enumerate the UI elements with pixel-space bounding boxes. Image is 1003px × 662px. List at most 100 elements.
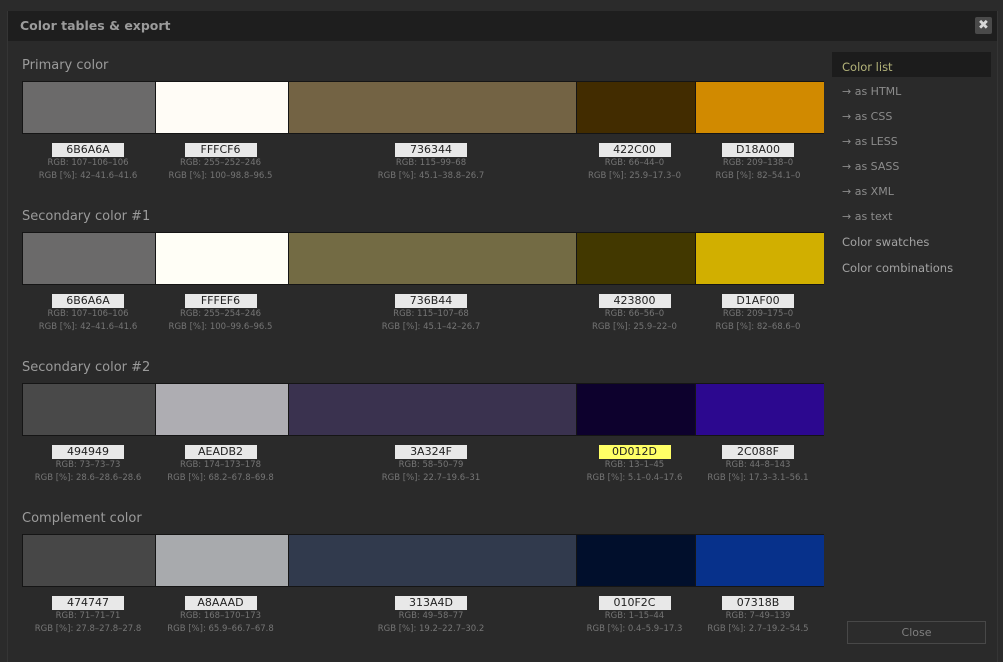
rgb-value: RGB: 44–8–143 <box>725 460 791 470</box>
rgb-percent-value: RGB [%]: 45.1–42–26.7 <box>381 322 481 332</box>
sidebar-item-as-html[interactable]: → as HTML <box>842 85 901 98</box>
rgb-value: RGB: 255–254–246 <box>179 309 262 319</box>
hex-code-field[interactable]: 3A324F <box>395 445 467 459</box>
rgb-value: RGB: 209–175–0 <box>722 309 794 319</box>
color-swatch[interactable] <box>23 82 155 133</box>
rgb-percent-value: RGB [%]: 45.1–38.8–26.7 <box>377 171 485 181</box>
swatch-label: FFFEF6 RGB: 255–254–246 RGB [%]: 100–99.6–… <box>154 289 287 334</box>
rgb-percent-value: RGB [%]: 100–98.8–96.5 <box>168 171 273 181</box>
sidebar-item-as-text[interactable]: → as text <box>842 210 892 223</box>
color-swatch[interactable] <box>576 384 696 435</box>
rgb-value: RGB: 49–58–77 <box>398 611 464 621</box>
hex-code-field[interactable]: 474747 <box>52 596 124 610</box>
rgb-percent-value: RGB [%]: 25.9–22–0 <box>592 322 677 332</box>
swatch-label: A8AAAD RGB: 168–170–173 RGB [%]: 65.9–66.7… <box>154 591 287 636</box>
close-button[interactable]: Close <box>847 621 986 644</box>
swatch-label: 423800 RGB: 66–56–0 RGB [%]: 25.9–22–0 <box>575 289 694 334</box>
hex-code-field[interactable]: 2C088F <box>722 445 794 459</box>
hex-code-field[interactable]: 07318B <box>722 596 794 610</box>
sidebar-item-color-list[interactable]: Color list <box>842 60 893 74</box>
hex-code-field[interactable]: 423800 <box>598 294 671 308</box>
swatch-label: AEADB2 RGB: 174–173–178 RGB [%]: 68.2–67.8… <box>154 440 287 485</box>
color-swatch[interactable] <box>155 82 289 133</box>
rgb-percent-value: RGB [%]: 22.7–19.6–31 <box>381 473 481 483</box>
swatch-label: 736344 RGB: 115–99–68 RGB [%]: 45.1–38.8–2… <box>287 138 575 183</box>
hex-code-field[interactable]: AEADB2 <box>184 445 257 459</box>
sidebar-item-as-less[interactable]: → as LESS <box>842 135 898 148</box>
rgb-percent-value: RGB [%]: 68.2–67.8–69.8 <box>167 473 274 483</box>
color-swatch[interactable] <box>288 233 577 284</box>
swatch-label: 6B6A6A RGB: 107–106–106 RGB [%]: 42–41.6–4… <box>22 289 154 334</box>
hex-code-field[interactable]: FFFCF6 <box>184 143 257 157</box>
rgb-value: RGB: 71–71–71 <box>55 611 121 621</box>
swatch-label: 736B44 RGB: 115–107–68 RGB [%]: 45.1–42–26… <box>287 289 575 334</box>
color-swatch[interactable] <box>695 535 824 586</box>
rgb-percent-value: RGB [%]: 2.7–19.2–54.5 <box>707 624 809 634</box>
color-swatch[interactable] <box>155 384 289 435</box>
hex-code-field[interactable]: 0D012D <box>598 445 671 459</box>
rgb-value: RGB: 255–252–246 <box>179 158 262 168</box>
swatch-label: 2C088F RGB: 44–8–143 RGB [%]: 17.3–3.1–56.… <box>694 440 822 485</box>
rgb-percent-value: RGB [%]: 42–41.6–41.6 <box>38 322 138 332</box>
color-swatch[interactable] <box>23 384 155 435</box>
close-icon[interactable]: ✖ <box>975 17 992 34</box>
hex-code-field[interactable]: 736344 <box>395 143 467 157</box>
dialog-titlebar: Color tables & export ✖ <box>8 11 997 41</box>
hex-code-field[interactable]: D18A00 <box>722 143 794 157</box>
section-title: Secondary color #1 <box>22 209 151 224</box>
rgb-value: RGB: 115–107–68 <box>393 309 469 319</box>
sidebar-item-color-swatches[interactable]: Color swatches <box>842 235 929 249</box>
rgb-value: RGB: 73–73–73 <box>55 460 121 470</box>
hex-code-field[interactable]: D1AF00 <box>722 294 794 308</box>
hex-code-field[interactable]: 422C00 <box>598 143 671 157</box>
hex-code-field[interactable]: 494949 <box>52 445 124 459</box>
rgb-value: RGB: 107–106–106 <box>47 158 129 168</box>
color-swatch[interactable] <box>23 535 155 586</box>
color-swatch[interactable] <box>576 82 696 133</box>
hex-code-field[interactable]: 010F2C <box>598 596 671 610</box>
color-swatch[interactable] <box>695 384 824 435</box>
swatch-row <box>22 534 824 587</box>
rgb-percent-value: RGB [%]: 82–68.6–0 <box>715 322 801 332</box>
hex-code-field[interactable]: 736B44 <box>395 294 467 308</box>
color-swatch[interactable] <box>23 233 155 284</box>
swatch-label: D18A00 RGB: 209–138–0 RGB [%]: 82–54.1–0 <box>694 138 822 183</box>
rgb-percent-value: RGB [%]: 65.9–66.7–67.8 <box>167 624 274 634</box>
color-swatch[interactable] <box>695 82 824 133</box>
sidebar-item-as-xml[interactable]: → as XML <box>842 185 894 198</box>
rgb-value: RGB: 58–50–79 <box>398 460 464 470</box>
swatch-label: 0D012D RGB: 13–1–45 RGB [%]: 5.1–0.4–17.6 <box>575 440 694 485</box>
dialog-title: Color tables & export <box>20 18 171 33</box>
rgb-percent-value: RGB [%]: 100–99.6–96.5 <box>168 322 273 332</box>
hex-code-field[interactable]: FFFEF6 <box>184 294 257 308</box>
swatch-label: 313A4D RGB: 49–58–77 RGB [%]: 19.2–22.7–30… <box>287 591 575 636</box>
color-swatch[interactable] <box>576 233 696 284</box>
hex-code-field[interactable]: 313A4D <box>395 596 467 610</box>
hex-code-field[interactable]: 6B6A6A <box>52 294 124 308</box>
swatch-label: 07318B RGB: 7–49–139 RGB [%]: 2.7–19.2–54.… <box>694 591 822 636</box>
sidebar-item-color-combinations[interactable]: Color combinations <box>842 261 953 275</box>
hex-code-field[interactable]: 6B6A6A <box>52 143 124 157</box>
swatch-label-row: 494949 RGB: 73–73–73 RGB [%]: 28.6–28.6–28… <box>22 440 824 483</box>
swatch-row <box>22 232 824 285</box>
color-swatch[interactable] <box>695 233 824 284</box>
rgb-value: RGB: 209–138–0 <box>722 158 794 168</box>
sidebar-item-as-sass[interactable]: → as SASS <box>842 160 899 173</box>
sidebar-item-as-css[interactable]: → as CSS <box>842 110 892 123</box>
rgb-value: RGB: 13–1–45 <box>604 460 665 470</box>
rgb-value: RGB: 168–170–173 <box>179 611 262 621</box>
rgb-percent-value: RGB [%]: 42–41.6–41.6 <box>38 171 138 181</box>
hex-code-field[interactable]: A8AAAD <box>184 596 257 610</box>
color-swatch[interactable] <box>288 82 577 133</box>
section-title: Complement color <box>22 511 142 526</box>
color-swatch[interactable] <box>288 535 577 586</box>
section-title: Primary color <box>22 58 109 73</box>
color-swatch[interactable] <box>155 233 289 284</box>
color-swatch[interactable] <box>155 535 289 586</box>
color-swatch[interactable] <box>288 384 577 435</box>
swatch-row <box>22 81 824 134</box>
color-swatch[interactable] <box>576 535 696 586</box>
swatch-label: FFFCF6 RGB: 255–252–246 RGB [%]: 100–98.8–… <box>154 138 287 183</box>
rgb-percent-value: RGB [%]: 0.4–5.9–17.3 <box>586 624 683 634</box>
swatch-row <box>22 383 824 436</box>
